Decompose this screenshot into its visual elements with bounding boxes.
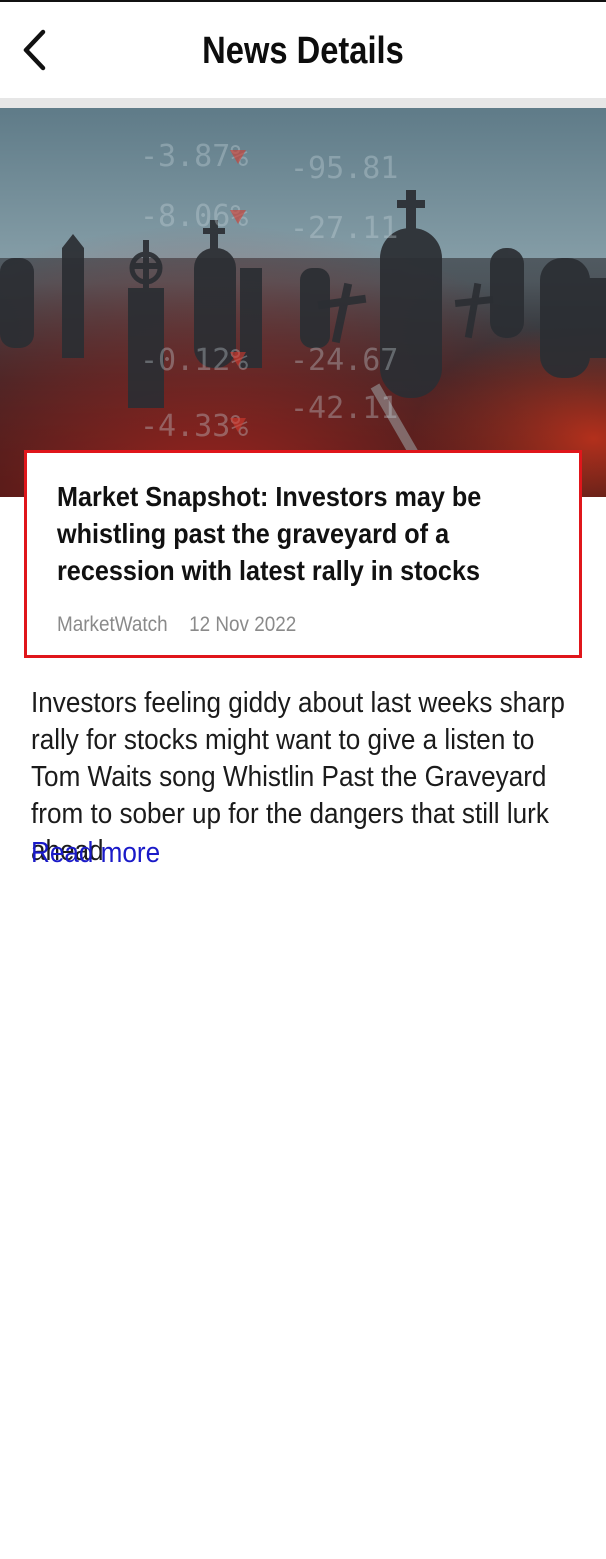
article-meta: MarketWatch 12 Nov 2022 bbox=[57, 613, 296, 637]
graveyard-stock-ticker-image: -3.87% -95.81 -8.06% -27.11 -0.12% -24.6… bbox=[0, 108, 606, 497]
article-title: Market Snapshot: Investors may be whistl… bbox=[57, 481, 482, 586]
ticker-value: -3.87% bbox=[140, 139, 248, 174]
ticker-value: -42.11 bbox=[290, 391, 398, 426]
article-hero-image: -3.87% -95.81 -8.06% -27.11 -0.12% -24.6… bbox=[0, 108, 606, 497]
page-title: News Details bbox=[202, 30, 404, 72]
article-source: MarketWatch bbox=[57, 613, 168, 636]
app-header: News Details bbox=[0, 2, 606, 98]
ticker-value: -0.12% bbox=[140, 343, 248, 378]
article-headline-card[interactable]: Market Snapshot: Investors may be whistl… bbox=[24, 450, 582, 658]
read-more-link[interactable]: Read more bbox=[31, 837, 160, 870]
ticker-value: -4.33% bbox=[140, 409, 248, 444]
ticker-value: -27.11 bbox=[290, 211, 398, 246]
ticker-value: -95.81 bbox=[290, 151, 398, 186]
news-details-screen: News Details -3.87% -95.81 -8.06% -27.11… bbox=[0, 0, 606, 1559]
ticker-value: -8.06% bbox=[140, 199, 248, 234]
header-divider bbox=[0, 98, 606, 108]
ticker-value: -24.67 bbox=[290, 343, 398, 378]
article-date: 12 Nov 2022 bbox=[189, 613, 297, 636]
